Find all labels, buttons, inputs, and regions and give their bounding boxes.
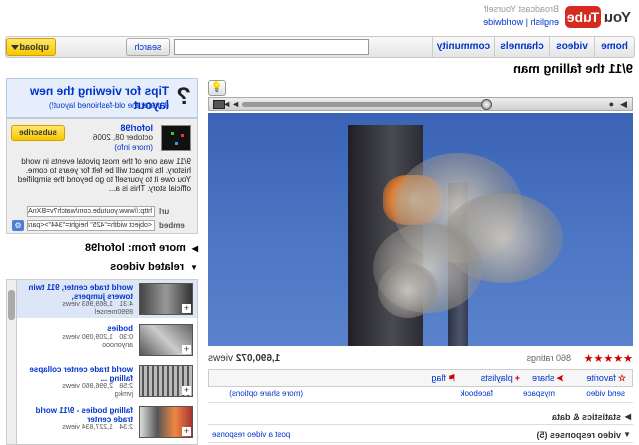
expand-arrow-icon: ▶: [191, 244, 198, 253]
arrow-icon: ➤: [556, 373, 564, 383]
player-controls: ▶ ● ►►: [208, 97, 633, 111]
related-title[interactable]: world trade center, 911 twin towers jump…: [23, 283, 133, 301]
favorite-button[interactable]: ☆favorite: [586, 370, 626, 386]
fullscreen-icon[interactable]: [213, 100, 225, 109]
myspace-link[interactable]: myspace: [523, 389, 555, 398]
uploader-name[interactable]: loforl98: [120, 123, 153, 133]
send-video-link[interactable]: send video: [586, 389, 625, 398]
more-from-heading[interactable]: ▶more from: loforl98: [85, 242, 198, 254]
gear-icon[interactable]: ⚙: [12, 220, 24, 231]
plus-icon[interactable]: +: [182, 344, 191, 354]
subscribe-button[interactable]: subscribe: [11, 125, 65, 141]
share-button[interactable]: ➤share: [532, 370, 564, 386]
embed-field[interactable]: <object width="425" height="344"><param: [27, 220, 155, 231]
nav-tab-community[interactable]: community: [432, 37, 494, 57]
url-field[interactable]: http://www.youtube.com/watch?v=BXnA9F...: [27, 206, 155, 217]
uploader-info: loforl98 october 08, 2006 (more info) su…: [6, 118, 198, 234]
tips-box: ? Tips for viewing the new layout (I pre…: [6, 78, 198, 118]
upload-date: october 08, 2006: [92, 133, 153, 142]
related-videos-heading[interactable]: ▼related videos: [110, 261, 198, 273]
search-button[interactable]: search: [126, 38, 170, 56]
video-description: 9/11 was one of the most pivotal events …: [17, 157, 191, 193]
upload-button[interactable]: upload: [6, 38, 56, 56]
plus-icon[interactable]: +: [182, 385, 191, 395]
flag-icon: ⚑: [447, 373, 456, 383]
plus-icon: +: [514, 373, 520, 383]
seek-handle[interactable]: [481, 99, 492, 110]
video-thumbnail[interactable]: +: [139, 365, 193, 397]
related-title[interactable]: world trade center collapse falling ...: [23, 365, 133, 383]
chevron-down-icon[interactable]: [11, 45, 19, 50]
embed-label: embed: [159, 221, 185, 230]
scrollbar[interactable]: [7, 280, 17, 445]
expand-arrow-icon: ▶: [624, 412, 631, 421]
related-videos-list: + world trade center, 911 twin towers ju…: [6, 279, 198, 445]
plus-icon[interactable]: +: [182, 303, 191, 313]
scrollbar-thumb[interactable]: [8, 290, 15, 320]
progress-track[interactable]: [242, 99, 492, 110]
youtube-logo[interactable]: You Tube: [565, 4, 631, 32]
play-icon[interactable]: ▶: [620, 99, 627, 110]
question-icon: ?: [176, 83, 191, 110]
tagline: Broadcast Yourself: [483, 4, 559, 14]
language-link[interactable]: english | worldwide: [483, 17, 559, 27]
star-icon: ☆: [617, 373, 626, 383]
url-label: url: [159, 207, 170, 216]
related-title[interactable]: falling bodies - 9/11 world trade center: [23, 406, 133, 424]
search-input[interactable]: [174, 39, 369, 55]
plus-icon[interactable]: +: [182, 426, 191, 436]
collapse-arrow-icon: ▼: [623, 430, 631, 439]
video-title: 9/11 the falling man: [513, 61, 633, 76]
statistics-section[interactable]: ▶ statistics & data: [208, 409, 633, 425]
old-layout-link[interactable]: (I prefer the old-fashioned layout!): [49, 101, 169, 110]
more-info-link[interactable]: (more info): [114, 143, 153, 152]
volume-icon[interactable]: ●: [609, 99, 614, 110]
list-item[interactable]: + world trade center collapse falling ..…: [17, 362, 197, 400]
video-thumbnail[interactable]: +: [139, 283, 193, 315]
video-thumbnail[interactable]: +: [139, 406, 193, 438]
video-responses-section[interactable]: ▼ video responses (5) post a video respo…: [208, 427, 633, 443]
uploader-avatar[interactable]: [161, 125, 191, 151]
facebook-link[interactable]: facebook: [461, 389, 493, 398]
related-title[interactable]: bodies: [23, 324, 133, 333]
nav-tab-videos[interactable]: videos: [549, 37, 594, 57]
video-frame[interactable]: [208, 113, 633, 346]
action-bar: ☆favorite ➤share +playlists ⚑flag: [208, 369, 633, 387]
nav-bar: home videos channels community search up…: [5, 36, 635, 58]
rating-count: 860 ratings: [526, 353, 571, 363]
view-count: 1,690,072 views: [208, 353, 281, 364]
list-item[interactable]: + bodies 0:30 1,209,090 views anyonooo: [17, 321, 197, 359]
post-response-link[interactable]: post a video response: [212, 427, 290, 443]
list-item[interactable]: + world trade center, 911 twin towers ju…: [17, 280, 197, 318]
star-rating[interactable]: ★★★★★: [584, 352, 633, 365]
smoke-cloud: [378, 263, 438, 318]
more-share-options-link[interactable]: (more share options): [229, 389, 303, 398]
playlists-button[interactable]: +playlists: [481, 370, 520, 386]
collapse-arrow-icon: ▼: [190, 263, 198, 272]
masthead: You Tube Broadcast Yourself english | wo…: [0, 0, 639, 36]
share-links: send video myspace facebook (more share …: [208, 389, 633, 403]
flag-button[interactable]: ⚑flag: [431, 370, 456, 386]
list-item[interactable]: + falling bodies - 9/11 world trade cent…: [17, 403, 197, 441]
nav-tab-home[interactable]: home: [594, 37, 634, 57]
video-thumbnail[interactable]: +: [139, 324, 193, 356]
nav-tab-channels[interactable]: channels: [494, 37, 549, 57]
lightbulb-icon[interactable]: 💡: [208, 80, 226, 96]
